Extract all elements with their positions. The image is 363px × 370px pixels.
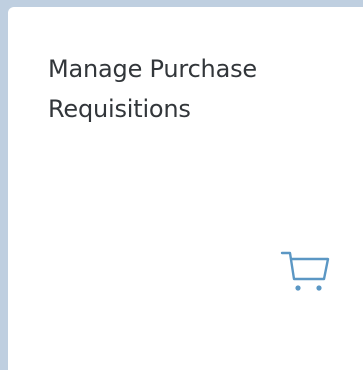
app-tile-manage-purchase-requisitions[interactable]: Manage Purchase Requisitions	[8, 7, 363, 370]
shopping-cart-icon	[276, 243, 332, 299]
tile-title: Manage Purchase Requisitions	[48, 55, 257, 123]
